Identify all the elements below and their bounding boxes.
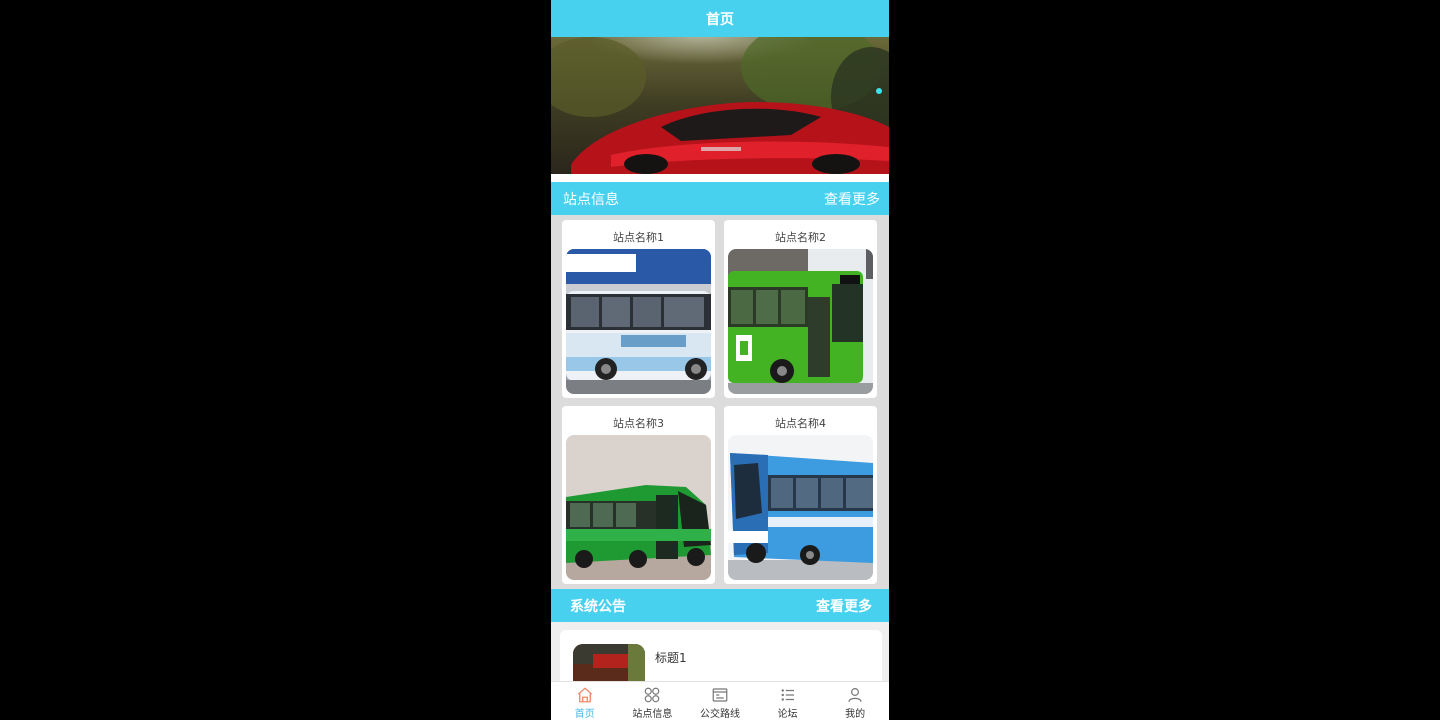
banner-spacer — [551, 174, 889, 182]
notice-title: 标题1 — [655, 651, 687, 665]
tab-label: 论坛 — [777, 709, 798, 720]
carousel-indicator-dot[interactable] — [876, 88, 882, 94]
section-title: 系统公告 — [570, 598, 626, 615]
mobile-app-frame: 首页 站点信息 查看更多 站点名称1 站点名称2 站点名称3 站点名称4 系统公… — [551, 0, 889, 720]
tab-label: 我的 — [845, 709, 866, 720]
notice-list: 标题1 — [551, 622, 889, 690]
tab-label: 首页 — [574, 709, 595, 720]
tab-label: 公交路线 — [699, 709, 740, 720]
station-bus-image — [728, 249, 873, 394]
station-name: 站点名称1 — [613, 231, 664, 244]
station-name: 站点名称2 — [775, 231, 826, 244]
bottom-tab-bar: 首页 站点信息 公交路线 论坛 我的 — [551, 681, 889, 720]
view-more-link[interactable]: 查看更多 — [816, 596, 872, 616]
tab-label: 站点信息 — [632, 709, 673, 720]
page-title: 首页 — [706, 11, 734, 28]
station-card[interactable]: 站点名称1 — [562, 220, 715, 398]
station-bus-image — [566, 249, 711, 394]
home-icon — [577, 687, 592, 703]
banner-carousel[interactable] — [551, 37, 889, 174]
stations-section-header: 站点信息 查看更多 — [551, 182, 889, 215]
station-card[interactable]: 站点名称2 — [724, 220, 877, 398]
station-card[interactable]: 站点名称3 — [562, 406, 715, 584]
top-nav-bar: 首页 — [551, 0, 889, 37]
grid-icon — [645, 687, 660, 703]
station-grid: 站点名称1 站点名称2 站点名称3 站点名称4 — [551, 215, 889, 589]
section-title: 站点信息 — [563, 191, 619, 208]
route-icon — [712, 688, 728, 702]
tab-profile[interactable]: 我的 — [821, 682, 889, 720]
tab-bus-routes[interactable]: 公交路线 — [686, 682, 754, 720]
station-bus-image — [728, 435, 873, 580]
view-more-link[interactable]: 查看更多 — [824, 189, 880, 209]
notice-section-header: 系统公告 查看更多 — [551, 589, 889, 622]
tab-forum[interactable]: 论坛 — [754, 682, 822, 720]
station-name: 站点名称4 — [775, 417, 826, 430]
tab-stations[interactable]: 站点信息 — [619, 682, 687, 720]
station-name: 站点名称3 — [613, 417, 664, 430]
list-icon — [781, 689, 794, 701]
station-card[interactable]: 站点名称4 — [724, 406, 877, 584]
user-icon — [848, 688, 862, 702]
banner-car-image — [551, 37, 889, 174]
station-bus-image — [566, 435, 711, 580]
tab-home[interactable]: 首页 — [551, 682, 619, 720]
